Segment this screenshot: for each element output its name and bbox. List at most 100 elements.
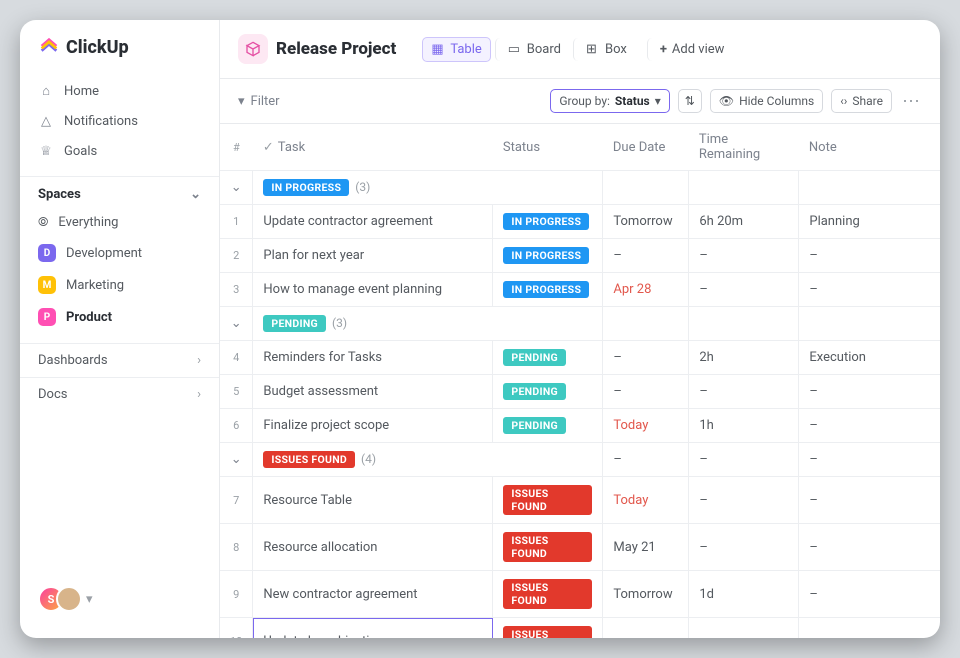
share-button[interactable]: ‹› Share bbox=[831, 89, 892, 113]
status-pill[interactable]: IN PROGRESS bbox=[503, 281, 589, 298]
view-box-button[interactable]: ⊞Box bbox=[573, 38, 635, 61]
cell-note[interactable]: – bbox=[799, 524, 940, 571]
column-header-status[interactable]: Status bbox=[493, 124, 603, 171]
cell-note[interactable]: – bbox=[799, 571, 940, 618]
cell-task[interactable]: Resource allocation bbox=[253, 524, 493, 571]
status-pill[interactable]: ISSUES FOUND bbox=[503, 485, 592, 515]
cell-note[interactable]: Execution bbox=[799, 341, 940, 375]
hide-columns-button[interactable]: 👁 Hide Columns bbox=[710, 89, 823, 113]
chevron-down-icon: ⌄ bbox=[190, 187, 201, 202]
cell-task[interactable]: Plan for next year bbox=[253, 239, 493, 273]
cell-due[interactable]: Today bbox=[603, 409, 689, 443]
status-pill[interactable]: ISSUES FOUND bbox=[503, 532, 592, 562]
cell-time[interactable]: 1d bbox=[689, 571, 799, 618]
group-status-pill[interactable]: IN PROGRESS bbox=[263, 179, 349, 196]
cell-note[interactable]: – bbox=[799, 239, 940, 273]
cell-status[interactable]: PENDING bbox=[493, 375, 603, 409]
groupby-button[interactable]: Group by: Status ▾ bbox=[550, 89, 669, 113]
cell-time[interactable]: – bbox=[689, 375, 799, 409]
cell-note[interactable]: – bbox=[799, 273, 940, 307]
cell-due[interactable]: Apr 28 bbox=[603, 273, 689, 307]
status-pill[interactable]: PENDING bbox=[503, 417, 566, 434]
cell-status[interactable]: ISSUES FOUND bbox=[493, 618, 603, 639]
group-toggle[interactable]: ⌄ bbox=[220, 171, 253, 205]
cell-status[interactable]: PENDING bbox=[493, 341, 603, 375]
cell-note[interactable]: – bbox=[799, 443, 940, 477]
sidebar-item-goals[interactable]: ♕Goals bbox=[20, 136, 219, 166]
cell-note[interactable]: – bbox=[799, 375, 940, 409]
cell-note[interactable]: Planning bbox=[799, 205, 940, 239]
table-container[interactable]: # ✓Task Status Due Date Time Remaining N… bbox=[220, 124, 940, 638]
cell-due[interactable]: Today bbox=[603, 477, 689, 524]
status-pill[interactable]: PENDING bbox=[503, 349, 566, 366]
cell-task[interactable]: Reminders for Tasks bbox=[253, 341, 493, 375]
cell-status[interactable]: ISSUES FOUND bbox=[493, 477, 603, 524]
cell-status[interactable]: IN PROGRESS bbox=[493, 273, 603, 307]
cell-note[interactable]: – bbox=[799, 477, 940, 524]
cell-time[interactable]: – bbox=[689, 239, 799, 273]
cell-due[interactable]: – bbox=[603, 618, 689, 639]
status-pill[interactable]: IN PROGRESS bbox=[503, 247, 589, 264]
cell-status[interactable]: ISSUES FOUND bbox=[493, 571, 603, 618]
status-pill[interactable]: IN PROGRESS bbox=[503, 213, 589, 230]
chevron-down-icon[interactable]: ▾ bbox=[86, 592, 93, 607]
cell-status[interactable]: IN PROGRESS bbox=[493, 239, 603, 273]
cell-due[interactable]: Tomorrow bbox=[603, 571, 689, 618]
status-pill[interactable]: ISSUES FOUND bbox=[503, 579, 592, 609]
cell-task[interactable]: Update contractor agreement bbox=[253, 205, 493, 239]
cell-task[interactable]: Budget assessment bbox=[253, 375, 493, 409]
spaces-header[interactable]: Spaces ⌄ bbox=[20, 176, 219, 208]
cell-time[interactable]: 1h bbox=[689, 409, 799, 443]
sidebar-space-marketing[interactable]: MMarketing bbox=[20, 269, 219, 301]
view-table-button[interactable]: ▦Table bbox=[422, 37, 490, 62]
cell-status[interactable]: IN PROGRESS bbox=[493, 205, 603, 239]
cell-note[interactable]: – bbox=[799, 409, 940, 443]
cell-task[interactable]: Finalize project scope bbox=[253, 409, 493, 443]
group-toggle[interactable]: ⌄ bbox=[220, 443, 253, 477]
group-status-pill[interactable]: PENDING bbox=[263, 315, 326, 332]
cell-time[interactable]: 2h bbox=[689, 341, 799, 375]
cell-time[interactable]: – bbox=[689, 477, 799, 524]
filter-button[interactable]: ▾ Filter bbox=[238, 94, 280, 109]
avatar[interactable] bbox=[56, 586, 82, 612]
sidebar-item-dashboards[interactable]: Dashboards › bbox=[20, 343, 219, 377]
cell-task[interactable]: New contractor agreement bbox=[253, 571, 493, 618]
column-header-task[interactable]: ✓Task bbox=[253, 124, 493, 171]
sidebar-item-everything[interactable]: ⦾ Everything bbox=[20, 208, 219, 237]
sidebar-item-docs[interactable]: Docs › bbox=[20, 377, 219, 411]
group-toggle[interactable]: ⌄ bbox=[220, 307, 253, 341]
cell-due[interactable]: – bbox=[603, 341, 689, 375]
status-pill[interactable]: ISSUES FOUND bbox=[503, 626, 592, 638]
sort-button[interactable]: ⇅ bbox=[678, 89, 702, 113]
more-button[interactable]: ⋯ bbox=[900, 91, 922, 112]
cell-note[interactable]: – bbox=[799, 618, 940, 639]
sidebar-item-home[interactable]: ⌂Home bbox=[20, 76, 219, 106]
cell-time[interactable]: – bbox=[689, 273, 799, 307]
cell-task[interactable]: Resource Table bbox=[253, 477, 493, 524]
cell-due[interactable]: – bbox=[603, 375, 689, 409]
column-header-note[interactable]: Note bbox=[799, 124, 940, 171]
cell-due[interactable]: – bbox=[603, 239, 689, 273]
column-header-due[interactable]: Due Date bbox=[603, 124, 689, 171]
view-board-button[interactable]: ▭Board bbox=[495, 38, 569, 61]
brand-logo[interactable]: ClickUp bbox=[20, 36, 219, 76]
cell-time[interactable]: – bbox=[689, 443, 799, 477]
cell-task[interactable]: Update key objectives bbox=[253, 618, 493, 639]
status-pill[interactable]: PENDING bbox=[503, 383, 566, 400]
group-status-pill[interactable]: ISSUES FOUND bbox=[263, 451, 355, 468]
cell-time[interactable]: – bbox=[689, 618, 799, 639]
cell-due[interactable]: Tomorrow bbox=[603, 205, 689, 239]
cell-due[interactable]: – bbox=[603, 443, 689, 477]
cell-time[interactable]: 6h 20m bbox=[689, 205, 799, 239]
sidebar-space-product[interactable]: PProduct bbox=[20, 301, 219, 333]
cell-time[interactable]: – bbox=[689, 524, 799, 571]
cell-task[interactable]: How to manage event planning bbox=[253, 273, 493, 307]
column-header-num[interactable]: # bbox=[220, 124, 253, 171]
cell-due[interactable]: May 21 bbox=[603, 524, 689, 571]
cell-status[interactable]: PENDING bbox=[493, 409, 603, 443]
add-view-button[interactable]: + Add view bbox=[647, 38, 733, 61]
sidebar-space-development[interactable]: DDevelopment bbox=[20, 237, 219, 269]
sidebar-item-notifications[interactable]: △Notifications bbox=[20, 106, 219, 136]
column-header-time[interactable]: Time Remaining bbox=[689, 124, 799, 171]
cell-status[interactable]: ISSUES FOUND bbox=[493, 524, 603, 571]
